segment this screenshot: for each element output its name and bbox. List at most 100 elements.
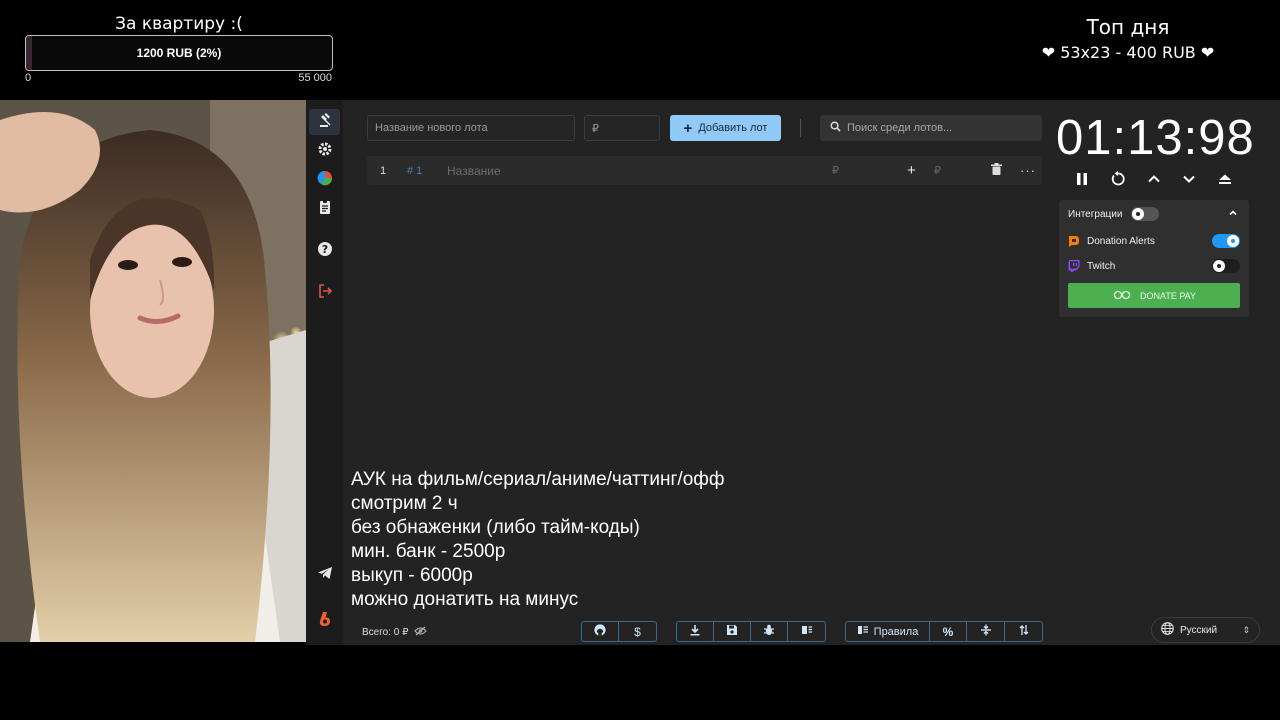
toolbar-divider (800, 119, 801, 137)
rules-label: Правила (873, 625, 919, 638)
chevron-down-icon (1181, 171, 1197, 192)
lot-title-input[interactable]: Название (447, 156, 501, 185)
sidebar-item-telegram[interactable] (309, 562, 340, 588)
gavel-icon (317, 112, 333, 133)
sidebar-item-help[interactable]: ? (309, 238, 340, 264)
clipboard-icon (317, 199, 333, 220)
lot-index: 1 (380, 164, 387, 177)
add-lot-label: Добавить лот (698, 122, 768, 134)
twitch-toggle[interactable] (1212, 259, 1240, 273)
rules-line: выкуп - 6000р (351, 565, 473, 586)
rules-line: можно донатить на минус (351, 589, 579, 610)
integration-name: Twitch (1087, 260, 1116, 272)
top-day-title: Топ дня (1086, 15, 1170, 39)
layout-button[interactable] (788, 622, 825, 641)
plus-icon: + (683, 119, 693, 137)
integrations-title: Интеграции (1068, 208, 1123, 220)
rules-line: без обнаженки (либо тайм-коды) (351, 517, 640, 538)
timer-subtract-button[interactable] (1178, 172, 1200, 190)
dollar-icon: $ (634, 624, 641, 639)
save-icon (726, 624, 738, 639)
chevron-up-icon[interactable] (1228, 208, 1238, 221)
goal-min-label: 0 (25, 72, 32, 84)
timer-double-button[interactable] (1214, 172, 1236, 190)
timer-pause-button[interactable] (1071, 172, 1093, 190)
download-button[interactable] (677, 622, 714, 641)
sidebar-item-auction[interactable] (309, 109, 340, 135)
file-button-group (676, 621, 826, 642)
integrations-panel: Интеграции Donation Alerts Twitch DONATE… (1059, 200, 1249, 317)
globe-icon (1161, 622, 1174, 638)
save-button[interactable] (714, 622, 751, 641)
chevron-up-icon (1146, 171, 1162, 192)
logout-icon (317, 283, 333, 304)
donation-alerts-toggle[interactable] (1212, 234, 1240, 248)
github-button[interactable] (582, 622, 619, 641)
goal-title: За квартиру :( (115, 14, 243, 34)
donate-pay-label: DONATE PAY (1139, 290, 1196, 301)
integrations-header: Интеграции (1068, 204, 1240, 224)
sidebar-item-stats[interactable] (309, 167, 340, 193)
svg-text:?: ? (321, 243, 327, 256)
lot-add-amount-button[interactable]: + (907, 156, 916, 185)
webcam-feed (0, 100, 306, 642)
donation-alerts-icon (1068, 235, 1080, 247)
split-icon (980, 624, 992, 639)
chevron-updown-icon: ⇕ (1242, 624, 1250, 635)
rules-line: АУК на фильм/сериал/аниме/чаттинг/офф (351, 469, 725, 490)
download-icon (689, 624, 701, 639)
bug-report-button[interactable] (751, 622, 788, 641)
pause-icon (1074, 171, 1090, 192)
github-icon (594, 624, 606, 639)
auction-timer: 01:13:98 (1056, 111, 1255, 165)
lot-delete-button[interactable] (991, 156, 1002, 185)
rules-line: мин. банк - 2500р (351, 541, 506, 562)
pie-chart-icon (317, 170, 333, 191)
lot-extra-amount-input[interactable]: ₽ (934, 156, 941, 185)
new-lot-price-input[interactable]: ₽ (584, 115, 660, 141)
rules-line: смотрим 2 ч (351, 493, 458, 514)
auction-rules-overlay: АУК на фильм/сериал/аниме/чаттинг/офф см… (351, 468, 725, 612)
timer-reset-button[interactable] (1107, 170, 1129, 192)
sort-button[interactable] (1005, 622, 1042, 641)
percent-button[interactable]: % (930, 622, 967, 641)
lot-id: # 1 (407, 164, 423, 177)
language-label: Русский (1180, 624, 1218, 636)
total-sum: Всего: 0 ₽ (362, 626, 428, 639)
integration-name: Donation Alerts (1087, 235, 1155, 247)
sidebar: ? (306, 100, 343, 645)
lot-more-button[interactable]: ··· (1020, 156, 1036, 185)
goal-amount: 1200 RUB (2%) (136, 46, 222, 60)
sidebar-item-boosty[interactable] (309, 608, 340, 634)
sidebar-item-history[interactable] (309, 196, 340, 222)
language-select[interactable]: Русский ⇕ (1151, 617, 1260, 643)
bug-icon (763, 624, 775, 639)
sidebar-item-logout[interactable] (309, 280, 340, 306)
twitch-icon (1068, 260, 1080, 272)
eye-off-icon[interactable] (414, 626, 428, 639)
percent-icon: % (942, 624, 954, 639)
donation-goal: За квартиру :( 1200 RUB (2%) (25, 14, 333, 71)
total-label: Всего: 0 ₽ (362, 627, 409, 638)
integration-donation-alerts: Donation Alerts (1068, 231, 1240, 251)
telegram-icon (317, 565, 333, 586)
add-lot-button[interactable]: + Добавить лот (670, 115, 781, 141)
donate-pay-icon (1112, 290, 1132, 302)
goal-max-label: 55 000 (298, 72, 332, 84)
restart-icon (1110, 170, 1126, 192)
new-lot-name-input[interactable]: Название нового лота (367, 115, 575, 141)
sort-icon (1018, 624, 1030, 639)
split-button[interactable] (967, 622, 1005, 641)
webcam-image (0, 100, 306, 642)
auction-app: ? Название нового лота ₽ + Добавить лот (306, 100, 1280, 645)
donate-pay-button[interactable]: DONATE PAY (1068, 283, 1240, 308)
timer-add-button[interactable] (1143, 172, 1165, 190)
donate-button[interactable]: $ (619, 622, 656, 641)
rules-button[interactable]: Правила (846, 622, 930, 641)
gear-icon (317, 141, 333, 162)
sidebar-item-settings[interactable] (309, 138, 340, 164)
lot-search-input[interactable]: Поиск среди лотов... (820, 115, 1042, 141)
integrations-toggle[interactable] (1131, 207, 1160, 221)
lot-row[interactable]: 1 # 1 Название ₽ + ₽ ··· (367, 156, 1042, 185)
lot-amount-input[interactable]: ₽ (832, 156, 839, 185)
